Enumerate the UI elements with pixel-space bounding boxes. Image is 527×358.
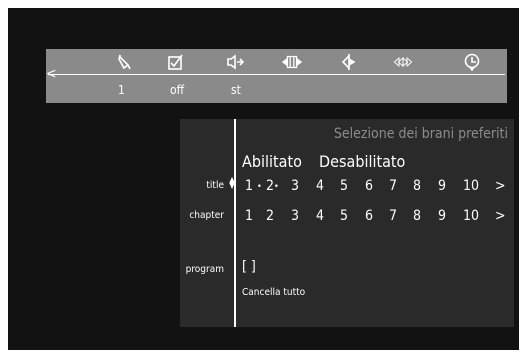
title-number-1[interactable]: 1	[239, 178, 259, 194]
menu-bar: < 1 off st	[46, 49, 507, 103]
clear-all-button[interactable]: Cancella tutto	[242, 287, 305, 299]
audio-value: st	[231, 83, 241, 97]
chapter-number-6[interactable]: 6	[359, 208, 379, 224]
angle-icon[interactable]	[113, 53, 133, 71]
title-number-4[interactable]: 4	[310, 178, 330, 194]
enabled-option[interactable]: Abilitato	[242, 152, 302, 171]
title-more-arrow[interactable]: >	[495, 178, 506, 194]
subtitle-icon[interactable]	[166, 53, 186, 71]
segment-icon[interactable]	[282, 53, 302, 71]
title-number-5[interactable]: 5	[334, 178, 354, 194]
chapter-number-10[interactable]: 10	[458, 208, 484, 224]
subtitle-value: off	[170, 83, 185, 97]
mode-options: Abilitato Desabilitato	[242, 153, 405, 171]
chapter-label: chapter	[189, 210, 224, 221]
program-label: program	[185, 264, 224, 275]
program-value[interactable]: [ ]	[242, 259, 256, 275]
favorite-tracks-panel: Selezione dei brani preferiti Abilitato …	[180, 119, 514, 327]
focus-dot-icon: •	[257, 182, 262, 192]
title-number-9[interactable]: 9	[432, 178, 452, 194]
audio-icon[interactable]	[225, 53, 245, 71]
panel-divider	[234, 119, 236, 327]
chapter-number-4[interactable]: 4	[310, 208, 330, 224]
chapter-number-5[interactable]: 5	[334, 208, 354, 224]
chapter-more-arrow[interactable]: >	[495, 208, 506, 224]
title-number-7[interactable]: 7	[383, 178, 403, 194]
time-icon[interactable]	[462, 53, 482, 71]
chapter-number-3[interactable]: 3	[285, 208, 305, 224]
chapter-number-2[interactable]: 2	[260, 208, 280, 224]
left-arrow-icon[interactable]: <	[46, 65, 57, 83]
chapter-number-9[interactable]: 9	[432, 208, 452, 224]
chapter-number-7[interactable]: 7	[383, 208, 403, 224]
menu-bar-divider	[48, 74, 505, 75]
title-number-10[interactable]: 10	[458, 178, 484, 194]
dvd-screen: < 1 off st Selezione dei brani preferiti…	[8, 8, 519, 350]
shuttle-icon[interactable]	[393, 53, 413, 71]
up-down-icon[interactable]: ▲ ▼	[228, 176, 236, 190]
disabled-option[interactable]: Desabilitato	[319, 152, 405, 171]
focus-dot-icon: •	[274, 182, 279, 192]
chapter-number-1[interactable]: 1	[239, 208, 259, 224]
title-label: title	[206, 180, 224, 191]
title-number-6[interactable]: 6	[359, 178, 379, 194]
chapter-number-8[interactable]: 8	[407, 208, 427, 224]
panel-heading: Selezione dei brani preferiti	[333, 126, 508, 142]
title-number-3[interactable]: 3	[285, 178, 305, 194]
bookmark-icon[interactable]	[339, 53, 359, 71]
title-number-8[interactable]: 8	[407, 178, 427, 194]
angle-value: 1	[118, 83, 125, 97]
